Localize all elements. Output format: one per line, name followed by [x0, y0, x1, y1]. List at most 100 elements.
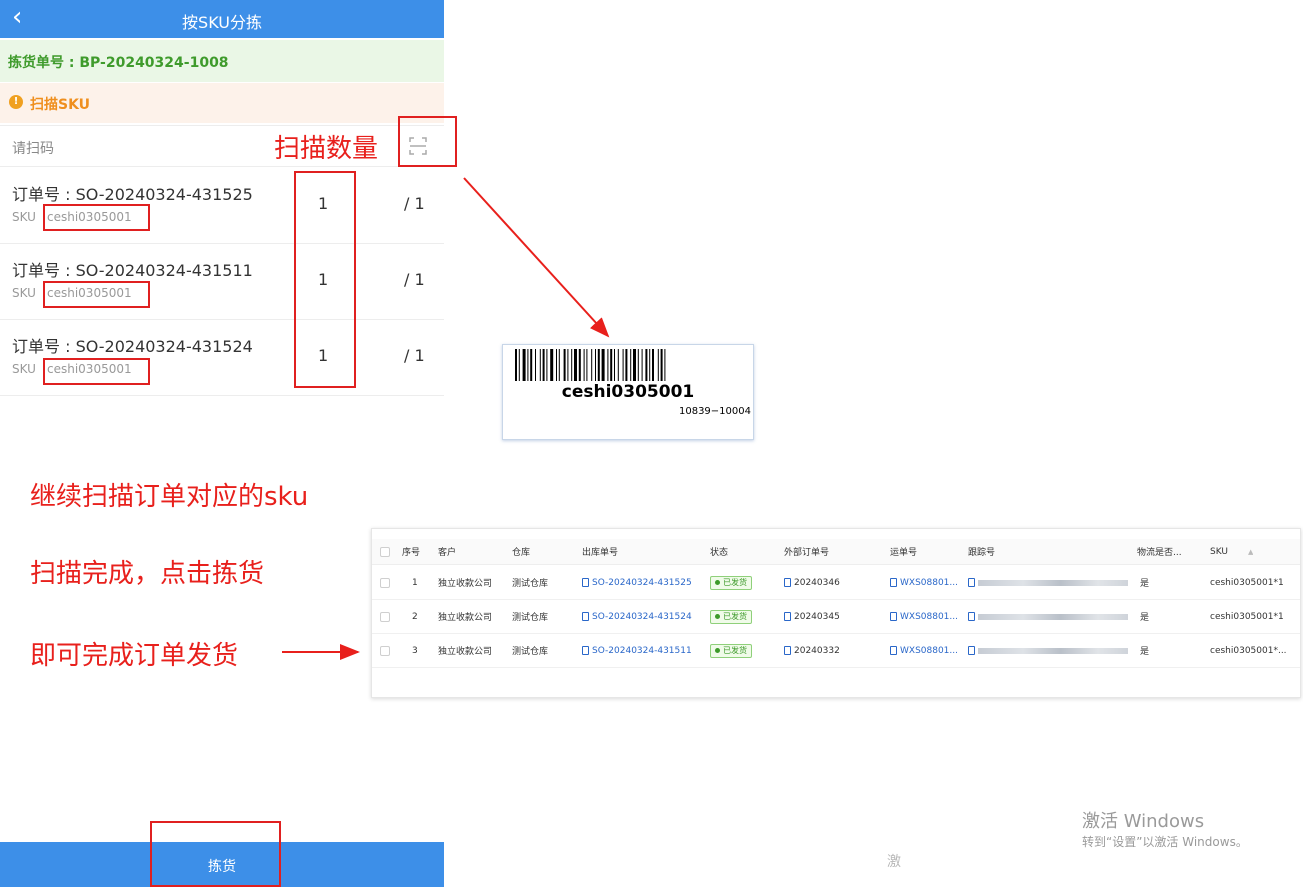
cell-waybill-link[interactable]: WXS08801...: [890, 600, 958, 633]
pick-order-bar: 拣货单号 : BP-20240324-1008: [0, 40, 444, 82]
cell-tracking: [968, 600, 1128, 633]
highlight-box-sku-1: [43, 204, 150, 231]
row-checkbox[interactable]: [380, 634, 390, 667]
status-text: 已发货: [723, 578, 747, 587]
annotation-scan-done: 扫描完成，点击拣货: [30, 559, 265, 589]
windows-activation-subtitle: 转到“设置”以激活 Windows。: [1082, 835, 1248, 849]
annotation-scan-count: 扫描数量: [274, 134, 379, 164]
copy-icon[interactable]: [582, 612, 589, 621]
total-quantity: / 1: [404, 346, 425, 365]
app-header: ‹ 按SKU分拣: [0, 0, 444, 38]
annotation-continue-scan: 继续扫描订单对应的sku: [30, 482, 309, 512]
cell-customer: 独立收款公司: [438, 647, 493, 657]
copy-icon[interactable]: [784, 612, 791, 621]
order-number: 订单号 : SO-20240324-431524: [12, 337, 253, 356]
pick-order-number: 拣货单号 : BP-20240324-1008: [8, 55, 229, 71]
cell-customer: 独立收款公司: [438, 613, 493, 623]
status-text: 已发货: [723, 612, 747, 621]
cell-external-order: 20240332: [784, 634, 840, 667]
column-waybill: 运单号: [890, 548, 918, 558]
row-checkbox[interactable]: [380, 566, 390, 599]
total-quantity: / 1: [404, 270, 425, 289]
table-row[interactable]: 3 独立收款公司 测试仓库 SO-20240324-431511 已发货 202…: [372, 634, 1300, 668]
row-checkbox[interactable]: [380, 600, 390, 633]
outbound-number: SO-20240324-431525: [592, 577, 692, 588]
cell-status: 已发货: [710, 566, 752, 599]
highlight-box-pick-button: [150, 821, 281, 887]
copy-icon[interactable]: [890, 578, 897, 587]
column-external-order: 外部订单号: [784, 548, 830, 558]
barcode-label: ceshi0305001 10839−10004: [502, 344, 754, 440]
column-warehouse: 仓库: [512, 548, 531, 558]
cell-outbound-link[interactable]: SO-20240324-431511: [582, 634, 692, 667]
highlight-box-quantity: [294, 171, 356, 388]
barcode-sku: ceshi0305001: [561, 382, 695, 402]
cell-index: 3: [412, 645, 418, 656]
cell-waybill-link[interactable]: WXS08801...: [890, 566, 958, 599]
outbound-number: SO-20240324-431524: [592, 611, 692, 622]
cell-warehouse: 测试仓库: [512, 647, 549, 657]
copy-icon[interactable]: [582, 578, 589, 587]
waybill-number: WXS08801...: [900, 611, 958, 622]
copy-icon[interactable]: [968, 578, 975, 587]
cell-customer: 独立收款公司: [438, 579, 493, 589]
copy-icon[interactable]: [784, 578, 791, 587]
copy-icon[interactable]: [968, 646, 975, 655]
status-badge: 已发货: [710, 609, 752, 624]
sku-label: SKU: [12, 210, 36, 224]
cell-logistics: 是: [1140, 647, 1150, 657]
table-row[interactable]: 2 独立收款公司 测试仓库 SO-20240324-431524 已发货 202…: [372, 600, 1300, 634]
outbound-number: SO-20240324-431511: [592, 645, 692, 656]
status-badge: 已发货: [710, 643, 752, 658]
cell-status: 已发货: [710, 600, 752, 633]
external-order-number: 20240346: [794, 577, 840, 588]
cell-waybill-link[interactable]: WXS08801...: [890, 634, 958, 667]
external-order-number: 20240345: [794, 611, 840, 622]
column-tracking: 跟踪号: [968, 548, 996, 558]
cell-status: 已发货: [710, 634, 752, 667]
copy-icon[interactable]: [968, 612, 975, 621]
column-customer: 客户: [438, 548, 457, 558]
cell-sku: ceshi0305001*1: [1210, 577, 1284, 588]
column-outbound-number: 出库单号: [582, 548, 619, 558]
scan-section-header: ! 扫描SKU: [0, 83, 444, 123]
page-title: 按SKU分拣: [182, 13, 262, 32]
external-order-number: 20240332: [794, 645, 840, 656]
table-header: 序号 客户 仓库 出库单号 状态 外部订单号 运单号 跟踪号 物流是否... S…: [372, 539, 1300, 565]
column-status: 状态: [710, 548, 729, 558]
sort-icon[interactable]: ▲: [1248, 548, 1253, 556]
column-sku-label: SKU: [1210, 546, 1228, 557]
copy-icon[interactable]: [582, 646, 589, 655]
barcode-number: 10839−10004: [678, 406, 751, 417]
column-logistics: 物流是否...: [1137, 548, 1182, 558]
orders-table: 序号 客户 仓库 出库单号 状态 外部订单号 运单号 跟踪号 物流是否... S…: [371, 528, 1301, 698]
waybill-number: WXS08801...: [900, 577, 958, 588]
cell-outbound-link[interactable]: SO-20240324-431524: [582, 600, 692, 633]
cell-outbound-link[interactable]: SO-20240324-431525: [582, 566, 692, 599]
waybill-number: WXS08801...: [900, 645, 958, 656]
stray-watermark-text: 激: [887, 854, 901, 870]
highlight-box-sku-3: [43, 358, 150, 385]
cell-external-order: 20240345: [784, 600, 840, 633]
windows-activation-title: 激活 Windows: [1082, 811, 1205, 832]
column-sku[interactable]: SKU ▲: [1210, 539, 1253, 564]
cell-index: 2: [412, 611, 418, 622]
sku-label: SKU: [12, 286, 36, 300]
tracking-blurred: [978, 579, 1128, 586]
order-number: 订单号 : SO-20240324-431511: [12, 261, 253, 280]
table-row[interactable]: 1 独立收款公司 测试仓库 SO-20240324-431525 已发货 202…: [372, 566, 1300, 600]
highlight-box-scan-icon: [398, 116, 457, 167]
cell-warehouse: 测试仓库: [512, 579, 549, 589]
copy-icon[interactable]: [890, 612, 897, 621]
cell-sku: ceshi0305001*...: [1210, 645, 1287, 656]
column-index: 序号: [402, 548, 421, 558]
select-all-checkbox[interactable]: [380, 539, 390, 564]
cell-sku: ceshi0305001*1: [1210, 611, 1284, 622]
warning-icon: !: [9, 95, 23, 109]
barcode-image: [515, 349, 666, 381]
cell-external-order: 20240346: [784, 566, 840, 599]
copy-icon[interactable]: [890, 646, 897, 655]
scan-section-label: 扫描SKU: [30, 97, 91, 113]
copy-icon[interactable]: [784, 646, 791, 655]
cell-logistics: 是: [1140, 579, 1150, 589]
